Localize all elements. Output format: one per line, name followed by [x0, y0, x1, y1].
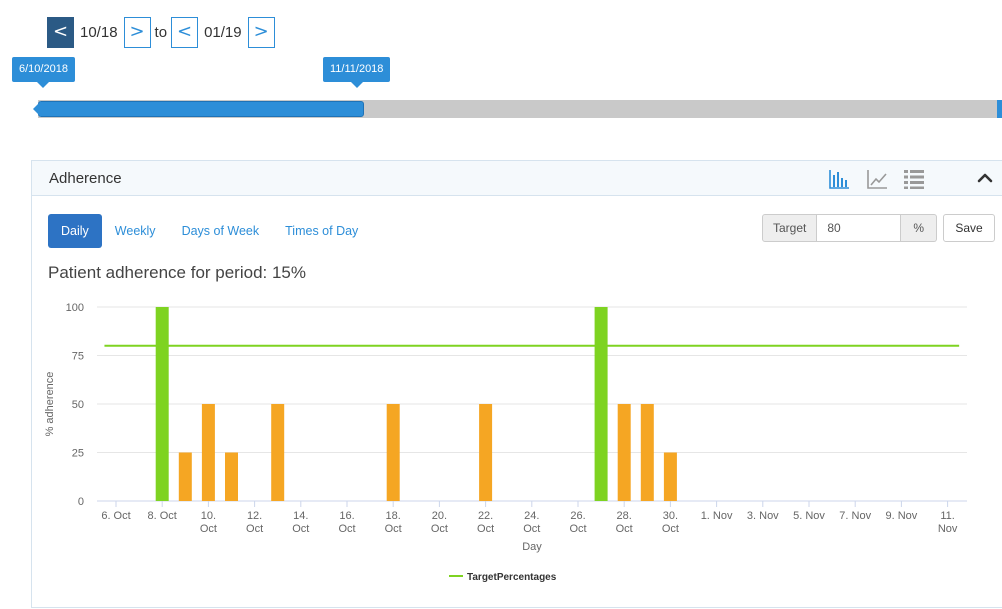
x-tick-label: 11. [940, 510, 954, 522]
y-axis-label: % adherence [44, 372, 56, 437]
bar [479, 404, 493, 501]
x-tick-label: 12. [247, 510, 262, 522]
y-tick-label: 50 [72, 399, 84, 411]
x-tick-label: Oct [431, 523, 448, 535]
y-tick-label: 75 [72, 351, 84, 363]
y-tick-label: 0 [78, 496, 84, 508]
x-tick-label: Oct [477, 523, 494, 535]
x-tick-label: Oct [662, 523, 679, 535]
slider-start-date-tooltip: 6/10/2018 [12, 57, 75, 88]
legend-item: TargetPercentages [467, 572, 557, 583]
slider-end-date-tooltip: 11/11/2018 [323, 57, 391, 88]
x-tick-label: 28. [617, 510, 632, 522]
x-tick-label: 8. Oct [148, 510, 177, 522]
x-tick-label: Oct [246, 523, 263, 535]
to-month-value: 01/19 [204, 23, 242, 41]
x-tick-label: 1. Nov [701, 510, 733, 522]
x-tick-label: Nov [938, 523, 958, 535]
to-separator: to [154, 23, 168, 41]
x-tick-label: 7. Nov [839, 510, 871, 522]
slider-left-handle[interactable] [33, 101, 41, 117]
to-prev-button[interactable]: < [171, 16, 199, 48]
x-tick-label: 6. Oct [101, 510, 130, 522]
x-tick-label: 14. [293, 510, 308, 522]
x-tick-label: Oct [385, 523, 402, 535]
y-tick-label: 25 [72, 448, 84, 460]
bar [178, 452, 192, 501]
x-tick-label: 22. [478, 510, 493, 522]
to-next-button[interactable]: > [247, 16, 275, 48]
x-tick-label: Oct [523, 523, 540, 535]
x-tick-label: 20. [432, 510, 447, 522]
bar [155, 307, 169, 501]
bar [617, 404, 631, 501]
bar [271, 404, 285, 501]
adherence-panel: Adherence Daily Weekly Days of Week Time… [31, 160, 1002, 608]
x-tick-label: 16. [339, 510, 354, 522]
x-tick-label: Oct [616, 523, 633, 535]
x-tick-label: Oct [200, 523, 217, 535]
x-tick-label: 30. [663, 510, 678, 522]
bar [640, 404, 654, 501]
bar [663, 452, 677, 501]
x-axis-label: Day [522, 541, 542, 553]
x-tick-label: 3. Nov [747, 510, 779, 522]
slider-right-handle[interactable] [997, 100, 1002, 118]
adherence-chart: 0255075100% adherence6. Oct 8. Oct 10.Oct1… [44, 302, 967, 583]
x-tick-label: 18. [386, 510, 401, 522]
chart-legend: TargetPercentages [449, 572, 557, 583]
x-tick-label: Oct [569, 523, 586, 535]
x-tick-label: Oct [292, 523, 309, 535]
x-tick-label: 5. Nov [793, 510, 825, 522]
date-range-slider-selection[interactable] [38, 101, 364, 117]
x-tick-label: 10. [201, 510, 216, 522]
bar [594, 307, 608, 501]
x-tick-label: 24. [524, 510, 539, 522]
x-tick-label: Oct [338, 523, 355, 535]
bar [386, 404, 400, 501]
from-prev-button[interactable]: < [47, 16, 74, 48]
range-navigation: < 10/18 > to < 01/19 > [47, 15, 275, 49]
from-month-value: 10/18 [80, 23, 118, 41]
x-tick-label: 9. Nov [886, 510, 918, 522]
bar [201, 404, 215, 501]
from-next-button[interactable]: > [123, 16, 151, 48]
bar [225, 452, 238, 501]
x-tick-label: 26. [570, 510, 585, 522]
y-tick-label: 100 [66, 302, 84, 314]
